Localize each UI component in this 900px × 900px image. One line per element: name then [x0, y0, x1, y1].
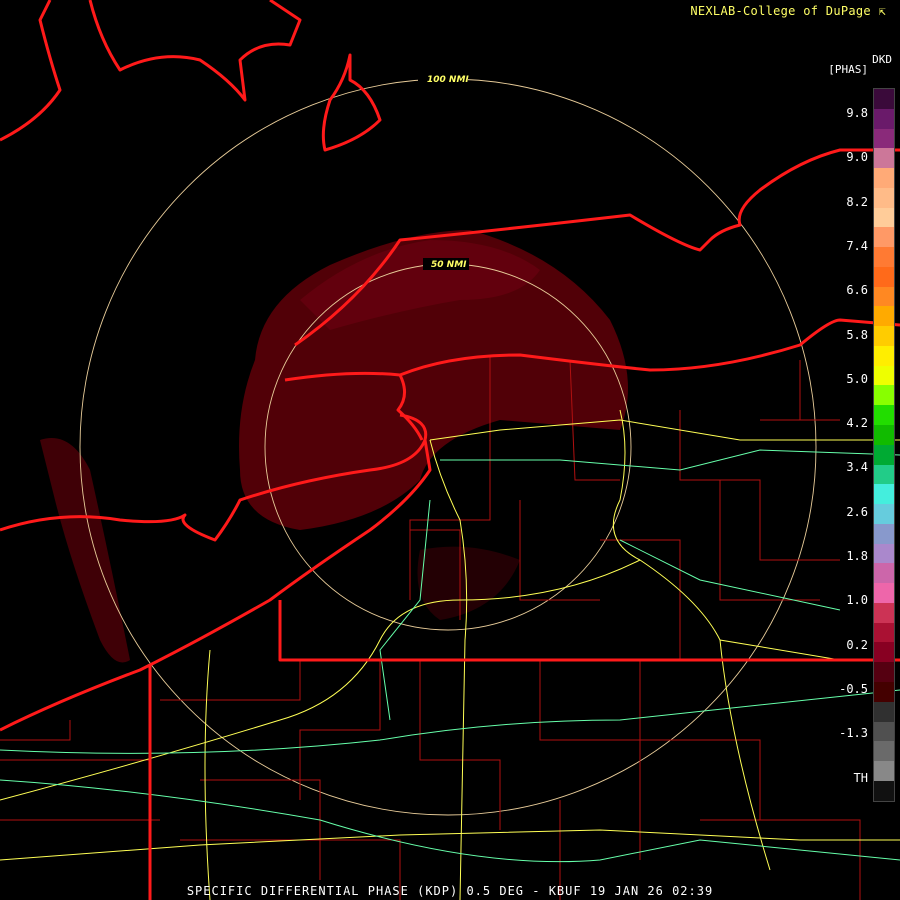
credit-text: NEXLAB-College of DuPage ⇱	[690, 4, 886, 18]
ring-label-100: 100 NMI	[427, 75, 469, 85]
color-swatch	[874, 583, 894, 603]
radar-map: 100 NMI 50 NMI	[0, 0, 900, 900]
color-scale-tick-label: TH	[853, 770, 868, 785]
color-swatch	[874, 266, 894, 287]
color-swatch	[874, 464, 894, 485]
color-swatch	[874, 602, 894, 623]
color-scale-tick-label: -1.3	[839, 726, 868, 741]
color-swatch	[874, 681, 894, 702]
color-swatch	[874, 701, 894, 722]
color-scale-tick-label: 5.8	[846, 327, 868, 342]
color-swatch	[874, 444, 894, 465]
color-scale-tick-label: 1.0	[846, 593, 868, 608]
color-swatch	[874, 484, 894, 505]
color-scale-tick-label: 3.4	[846, 460, 868, 475]
color-swatch	[874, 108, 894, 129]
color-swatch	[874, 128, 894, 149]
color-scale-tick-label: 0.2	[846, 637, 868, 652]
units-label: [PHAS]	[828, 63, 868, 76]
color-swatch	[874, 286, 894, 307]
color-swatch	[874, 89, 894, 109]
color-swatch	[874, 563, 894, 584]
color-swatch	[874, 207, 894, 228]
color-swatch	[874, 247, 894, 267]
product-code: DKD	[872, 53, 892, 66]
color-swatch	[874, 761, 894, 781]
color-swatch	[874, 326, 894, 346]
color-scale-tick-label: 4.2	[846, 416, 868, 431]
ring-label-50: 50 NMI	[431, 260, 467, 270]
color-swatch	[874, 306, 894, 327]
color-swatch	[874, 148, 894, 169]
color-swatch	[874, 168, 894, 188]
color-swatch	[874, 345, 894, 366]
color-swatch	[874, 187, 894, 208]
color-swatch	[874, 365, 894, 386]
color-scale-tick-label: 9.8	[846, 106, 868, 120]
color-swatch	[874, 642, 894, 663]
color-swatch	[874, 741, 894, 762]
color-scale-tick-label: 8.2	[846, 194, 868, 209]
color-scale-tick-label: 2.6	[846, 504, 868, 519]
color-swatch	[874, 543, 894, 564]
color-swatch	[874, 504, 894, 524]
color-swatch	[874, 523, 894, 544]
color-swatch	[874, 662, 894, 682]
color-swatch	[874, 227, 894, 248]
color-swatch	[874, 721, 894, 742]
color-swatch	[874, 622, 894, 643]
color-scale-tick-label: 1.8	[846, 549, 868, 563]
color-scale-tick-label: 7.4	[846, 238, 868, 253]
color-scale-bar	[873, 88, 895, 802]
color-swatch	[874, 385, 894, 406]
color-scale-tick-label: 9.0	[846, 150, 868, 165]
color-scale-tick-label: 6.6	[846, 283, 868, 298]
color-swatch	[874, 425, 894, 445]
color-scale-tick-label: -0.5	[839, 681, 868, 696]
product-caption: SPECIFIC DIFFERENTIAL PHASE (KDP) 0.5 DE…	[186, 884, 714, 898]
color-swatch	[874, 780, 894, 801]
color-scale-tick-label: 5.0	[846, 371, 868, 386]
color-swatch	[874, 405, 894, 426]
